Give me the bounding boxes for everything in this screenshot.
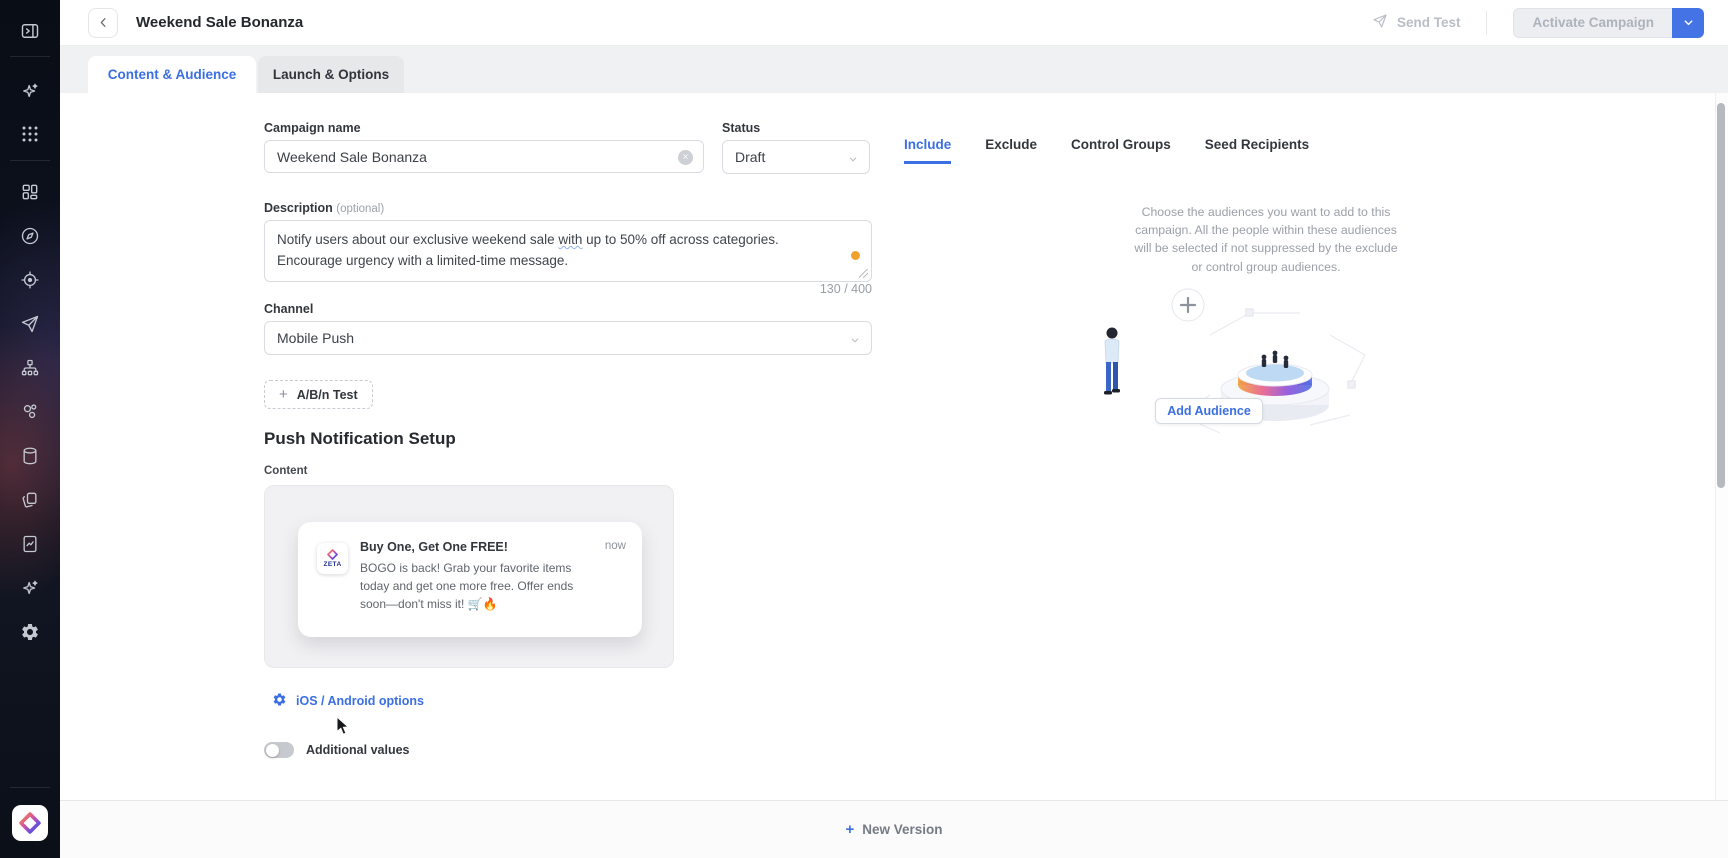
ios-android-options-link[interactable]: iOS / Android options (272, 692, 424, 710)
notification-body: BOGO is back! Grab your favorite items t… (360, 559, 584, 614)
sidebar-divider (10, 56, 50, 57)
optional-hint: (optional) (336, 203, 384, 215)
status-select[interactable]: Draft (722, 140, 870, 174)
page-title: Weekend Sale Bonanza (136, 14, 303, 31)
channel-select[interactable]: Mobile Push (264, 321, 872, 355)
spellcheck-underline: with (558, 232, 582, 247)
scrollbar-track[interactable] (1715, 93, 1728, 800)
target-icon[interactable] (0, 258, 60, 302)
sidebar-divider (10, 160, 50, 161)
collapse-panel-icon[interactable] (0, 9, 60, 53)
additional-values-toggle[interactable] (264, 742, 294, 758)
campaign-name-input[interactable]: Weekend Sale Bonanza × (264, 140, 704, 173)
grammar-indicator-dot[interactable] (851, 251, 860, 260)
database-icon[interactable] (0, 434, 60, 478)
sparkles-alt-icon[interactable] (0, 566, 60, 610)
apps-grid-icon[interactable] (0, 112, 60, 156)
additional-values-label: Additional values (306, 743, 410, 757)
push-notification-preview[interactable]: ZETA Buy One, Get One FREE! now BOGO is … (298, 522, 642, 637)
send-icon[interactable] (0, 302, 60, 346)
scrollbar-thumb[interactable] (1717, 103, 1725, 488)
additional-values-row: Additional values (264, 742, 410, 758)
app-sidebar (0, 0, 60, 858)
segments-icon[interactable] (0, 390, 60, 434)
content-label: Content (264, 465, 307, 477)
plus-icon: + (279, 386, 288, 403)
tab-launch-options[interactable]: Launch & Options (258, 56, 404, 93)
resize-handle[interactable] (859, 269, 868, 278)
description-textarea[interactable]: Notify users about our exclusive weekend… (264, 220, 872, 282)
channel-label: Channel (264, 302, 313, 316)
chevron-down-icon (849, 333, 861, 349)
audience-tab-include[interactable]: Include (904, 137, 951, 164)
activate-campaign-button[interactable]: Activate Campaign (1513, 8, 1672, 38)
copy-icon[interactable] (0, 478, 60, 522)
char-counter: 130 / 400 (264, 282, 872, 296)
settings-icon[interactable] (0, 610, 60, 654)
abn-test-button[interactable]: + A/B/n Test (264, 380, 373, 409)
top-bar: Weekend Sale Bonanza Send Test Activate … (60, 0, 1728, 46)
plus-bubble-icon (1172, 289, 1204, 321)
notification-time: now (605, 540, 626, 552)
back-button[interactable] (88, 8, 118, 38)
topbar-divider (1486, 11, 1487, 35)
audience-description: Choose the audiences you want to add to … (1132, 203, 1400, 276)
dashboard-icon[interactable] (0, 170, 60, 214)
send-test-label: Send Test (1397, 15, 1461, 30)
zeta-logo[interactable] (12, 805, 48, 841)
sidebar-divider (10, 787, 50, 788)
mouse-cursor (334, 716, 350, 741)
clear-input-icon[interactable]: × (678, 150, 693, 165)
send-test-button[interactable]: Send Test (1372, 13, 1461, 32)
tab-content-audience[interactable]: Content & Audience (88, 56, 256, 93)
zeta-app-icon: ZETA (317, 543, 348, 574)
hierarchy-icon[interactable] (0, 346, 60, 390)
chevron-down-icon (847, 152, 859, 168)
audience-tab-seed-recipients[interactable]: Seed Recipients (1205, 137, 1309, 164)
app-name: ZETA (323, 561, 341, 568)
activate-dropdown-button[interactable] (1672, 8, 1704, 38)
person-graphic (1104, 328, 1120, 395)
campaign-tabstrip: Content & Audience Launch & Options (60, 46, 1728, 93)
compass-icon[interactable] (0, 214, 60, 258)
new-version-button[interactable]: + New Version (60, 800, 1728, 858)
notification-title: Buy One, Get One FREE! (360, 540, 508, 554)
push-setup-heading: Push Notification Setup (264, 429, 456, 449)
campaign-name-label: Campaign name (264, 121, 361, 135)
add-audience-button[interactable]: Add Audience (1155, 398, 1263, 424)
send-test-icon (1372, 13, 1388, 32)
plus-icon: + (845, 821, 854, 838)
report-icon[interactable] (0, 522, 60, 566)
status-label: Status (722, 121, 760, 135)
gear-icon (272, 692, 287, 710)
sparkles-icon[interactable] (0, 69, 60, 113)
audience-tab-exclude[interactable]: Exclude (985, 137, 1037, 164)
campaign-content-panel: Campaign name Weekend Sale Bonanza × Sta… (60, 93, 1728, 800)
audience-tab-control-groups[interactable]: Control Groups (1071, 137, 1171, 164)
audience-tabs: Include Exclude Control Groups Seed Reci… (904, 137, 1309, 164)
description-label: Description (optional) (264, 201, 384, 215)
push-preview-container: ZETA Buy One, Get One FREE! now BOGO is … (264, 485, 674, 668)
